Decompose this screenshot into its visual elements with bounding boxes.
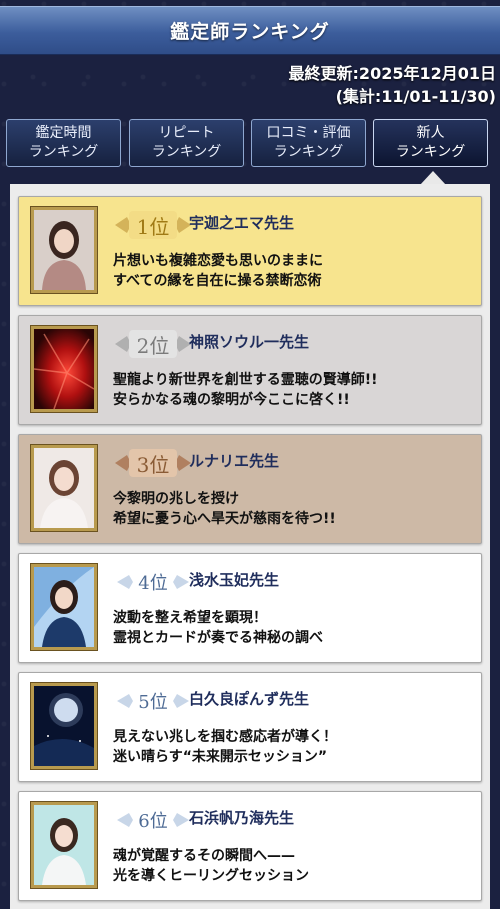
advisor-name: 浅水玉妃先生 xyxy=(189,571,280,589)
ranking-card-3[interactable]: 3位 ルナリエ先生 今黎明の兆しを授け 希望に憂う心へ旱天が慈雨を待つ!! xyxy=(18,434,482,544)
catchphrase-line: 聖龍より新世界を創世する霊聴の賢導師!! xyxy=(113,372,378,388)
catchphrase-line: 片想いも複雑恋愛も思いのままに xyxy=(113,253,323,269)
tab-label: 新人 xyxy=(416,125,445,141)
page-header: 鑑定師ランキング xyxy=(0,6,500,55)
ranking-card-4[interactable]: 4位 浅水玉妃先生 波動を整え希望を顕現！ 霊視とカードが奏でる神秘の調べ xyxy=(18,553,482,663)
page-title: 鑑定師ランキング xyxy=(170,21,330,43)
advisor-photo xyxy=(30,563,98,651)
advisor-name: 神照ソウル一先生 xyxy=(189,333,310,351)
advisor-name: ルナリエ先生 xyxy=(189,452,280,470)
rank-badge: 5位 xyxy=(113,679,193,723)
tab-time-ranking[interactable]: 鑑定時間 ランキング xyxy=(6,119,121,167)
advisor-catchphrase: 片想いも複雑恋愛も思いのままに すべての縁を自在に操る禁断恋術 xyxy=(113,251,473,291)
last-update-text: 最終更新:2025年12月01日 xyxy=(288,64,496,83)
tab-newcomer-ranking[interactable]: 新人 ランキング xyxy=(373,119,488,167)
advisor-name: 白久良ぽんず先生 xyxy=(189,690,310,708)
ranking-card-6[interactable]: 6位 石浜帆乃海先生 魂が覚醒するその瞬間へ—— 光を導くヒーリングセッション xyxy=(18,791,482,901)
advisor-photo xyxy=(30,444,98,532)
tab-label: ランキング xyxy=(28,144,99,160)
catchphrase-line: 希望に憂う心へ旱天が慈雨を待つ!! xyxy=(113,511,336,527)
catchphrase-line: 迷い晴らす“未来開示セッション” xyxy=(113,749,328,765)
advisor-photo xyxy=(30,801,98,889)
rank-label: 4位 xyxy=(138,573,168,594)
catchphrase-line: 見えない兆しを掴む感応者が導く！ xyxy=(113,729,337,745)
ranking-card-5[interactable]: 5位 白久良ぽんず先生 見えない兆しを掴む感応者が導く！ 迷い晴らす“未来開示セ… xyxy=(18,672,482,782)
tab-label: リピート xyxy=(158,125,215,141)
advisor-catchphrase: 今黎明の兆しを授け 希望に憂う心へ旱天が慈雨を待つ!! xyxy=(113,489,473,529)
advisor-photo xyxy=(30,325,98,413)
ranking-list: 1位 宇迦之エマ先生 片想いも複雑恋愛も思いのままに すべての縁を自在に操る禁断… xyxy=(10,184,490,909)
rank-label: 3位 xyxy=(136,452,170,477)
rank-badge: 2位 xyxy=(113,322,193,366)
advisor-catchphrase: 波動を整え希望を顕現！ 霊視とカードが奏でる神秘の調べ xyxy=(113,608,473,648)
advisor-catchphrase: 聖龍より新世界を創世する霊聴の賢導師!! 安らかなる魂の黎明が今ここに啓く!! xyxy=(113,370,473,410)
tab-label: ランキング xyxy=(273,144,344,160)
active-tab-pointer xyxy=(420,171,446,185)
tab-repeat-ranking[interactable]: リピート ランキング xyxy=(129,119,244,167)
ranking-tabs: 鑑定時間 ランキング リピート ランキング 口コミ・評価 ランキング 新人 ランキング xyxy=(6,119,494,169)
tab-label: 口コミ・評価 xyxy=(266,125,351,141)
catchphrase-line: 波動を整え希望を顕現！ xyxy=(113,610,267,626)
tab-label: 鑑定時間 xyxy=(35,125,92,141)
catchphrase-line: 霊視とカードが奏でる神秘の調べ xyxy=(113,630,323,646)
advisor-photo xyxy=(30,206,98,294)
update-info: 最終更新:2025年12月01日 (集計:11/01-11/30) xyxy=(289,62,496,108)
tab-label: ランキング xyxy=(395,144,466,160)
rank-label: 1位 xyxy=(136,214,170,239)
advisor-name: 宇迦之エマ先生 xyxy=(189,214,295,232)
period-text: (集計:11/01-11/30) xyxy=(335,87,496,106)
rank-badge: 6位 xyxy=(113,798,193,842)
advisor-photo xyxy=(30,682,98,770)
catchphrase-line: すべての縁を自在に操る禁断恋術 xyxy=(113,273,322,289)
advisor-catchphrase: 見えない兆しを掴む感応者が導く！ 迷い晴らす“未来開示セッション” xyxy=(113,727,473,767)
tab-label: ランキング xyxy=(151,144,222,160)
catchphrase-line: 光を導くヒーリングセッション xyxy=(113,868,309,884)
rank-badge: 1位 xyxy=(113,203,193,247)
catchphrase-line: 魂が覚醒するその瞬間へ—— xyxy=(113,848,295,864)
rank-badge: 3位 xyxy=(113,441,193,485)
tab-review-ranking[interactable]: 口コミ・評価 ランキング xyxy=(251,119,366,167)
advisor-catchphrase: 魂が覚醒するその瞬間へ—— 光を導くヒーリングセッション xyxy=(113,846,473,886)
rank-badge: 4位 xyxy=(113,560,193,604)
rank-label: 2位 xyxy=(136,333,170,358)
ranking-card-1[interactable]: 1位 宇迦之エマ先生 片想いも複雑恋愛も思いのままに すべての縁を自在に操る禁断… xyxy=(18,196,482,306)
advisor-name: 石浜帆乃海先生 xyxy=(189,809,295,827)
catchphrase-line: 今黎明の兆しを授け xyxy=(113,491,239,507)
catchphrase-line: 安らかなる魂の黎明が今ここに啓く!! xyxy=(113,392,350,408)
rank-label: 5位 xyxy=(138,692,168,713)
ranking-card-2[interactable]: 2位 神照ソウル一先生 聖龍より新世界を創世する霊聴の賢導師!! 安らかなる魂の… xyxy=(18,315,482,425)
rank-label: 6位 xyxy=(138,811,168,832)
